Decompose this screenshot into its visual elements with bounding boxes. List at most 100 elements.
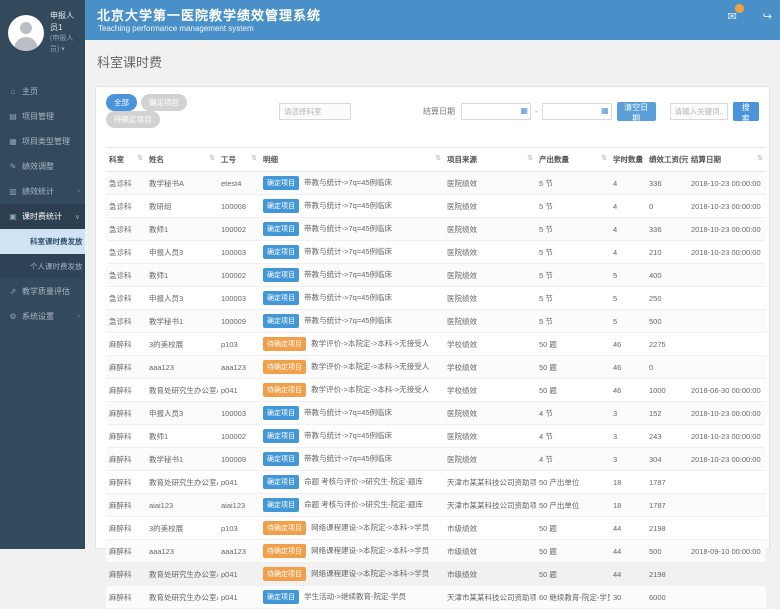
column-label: 科室 [109, 155, 124, 164]
status-filter-button[interactable]: 待确定项目 [106, 111, 160, 128]
sidebar-item[interactable]: ▦ 项目类型管理 [0, 129, 85, 154]
cell-employee-id: p041 [218, 471, 260, 494]
column-header[interactable]: ⇅ 产出数量 [536, 148, 610, 172]
table-row: 麻醉科 申报人员3 100003 确定项目 带教与统计->7q=45例临床 医院… [106, 402, 766, 425]
status-badge[interactable]: 确定项目 [263, 291, 299, 305]
column-header[interactable]: ⇅ 姓名 [146, 148, 218, 172]
table-row: 麻醉科 教师1 100002 确定项目 带教与统计->7q=45例临床 医院绩效… [106, 425, 766, 448]
column-header[interactable]: ⇅ 工号 [218, 148, 260, 172]
status-badge[interactable]: 确定项目 [263, 245, 299, 259]
status-badge[interactable]: 确定项目 [263, 176, 299, 190]
cell-source: 市级绩效 [444, 517, 536, 540]
status-badge[interactable]: 确定项目 [263, 498, 299, 512]
detail-text: 带教与统计->7q=45例临床 [304, 247, 392, 256]
status-badge[interactable]: 确定项目 [263, 199, 299, 213]
status-badge[interactable]: 待确定项目 [263, 567, 306, 581]
cell-output: 50 题 [536, 356, 610, 379]
status-badge[interactable]: 待确定项目 [263, 521, 306, 535]
filter-toolbar: 全部确定项目待确定项目 结算日期 ▦ - ▦ 清空日期 搜索 [106, 101, 759, 121]
status-badge[interactable]: 确定项目 [263, 268, 299, 282]
status-badge[interactable]: 确定项目 [263, 222, 299, 236]
cell-source: 医院绩效 [444, 425, 536, 448]
cell-department: 急诊科 [106, 195, 146, 218]
calendar-icon[interactable]: ▦ [601, 107, 609, 115]
status-badge[interactable]: 确定项目 [263, 475, 299, 489]
table-header-row: ⇅ 科室 ⇅ 姓名 ⇅ 工号 [106, 148, 766, 172]
sidebar-item[interactable]: ✎ 绩效调整 [0, 154, 85, 179]
column-header[interactable]: ⇅ 学时数量 [610, 148, 646, 172]
cell-hours: 3 [610, 425, 646, 448]
cell-department: 麻醉科 [106, 448, 146, 471]
sidebar-item[interactable]: ▣ 课时费统计 ∨ [0, 204, 85, 229]
table-row: 麻醉科 教育处研究生办公室A p041 确定项目 命题 考核与评价->研究生-院… [106, 471, 766, 494]
message-icon[interactable]: ✉ [728, 10, 737, 23]
status-badge[interactable]: 确定项目 [263, 314, 299, 328]
column-header[interactable]: ⇅ 项目来源 [444, 148, 536, 172]
status-filter-button[interactable]: 确定项目 [141, 94, 187, 111]
logout-icon[interactable]: ↪ [763, 10, 772, 23]
status-badge[interactable]: 待确定项目 [263, 544, 306, 558]
cell-date: 2018-06-30 00:00:00 [688, 379, 766, 402]
column-label: 结算日期 [691, 155, 721, 164]
cell-hours: 46 [610, 356, 646, 379]
calendar-icon[interactable]: ▦ [520, 107, 528, 115]
status-badge[interactable]: 确定项目 [263, 590, 299, 604]
table-row: 急诊科 教学秘书A etest4 确定项目 带教与统计->7q=45例临床 医院… [106, 172, 766, 195]
column-label: 绩效工资(元) [649, 155, 688, 164]
sidebar-item-label: 项目类型管理 [22, 136, 70, 147]
cell-employee-id: aaa123 [218, 356, 260, 379]
sidebar-item[interactable]: 个人课时费发放 [0, 254, 85, 279]
cell-output: 50 题 [536, 540, 610, 563]
sidebar-item[interactable]: ⌂ 主页 [0, 79, 85, 104]
cell-date [688, 471, 766, 494]
user-panel[interactable]: 申报人员1 (申报人员) ▾ [0, 0, 85, 65]
date-separator: - [535, 107, 538, 116]
cell-employee-id: 100008 [218, 195, 260, 218]
column-header[interactable]: ⇅ 明细 [260, 148, 444, 172]
status-badge[interactable]: 确定项目 [263, 429, 299, 443]
sidebar-item-label: 绩效统计 [22, 186, 54, 197]
cell-output: 50 产出单位 [536, 471, 610, 494]
user-role[interactable]: (申报人员) ▾ [50, 34, 81, 55]
department-select[interactable] [279, 103, 351, 120]
sidebar-item-label: 系统设置 [22, 311, 54, 322]
cell-date [688, 494, 766, 517]
sidebar-item[interactable]: ⚙ 系统设置 › [0, 304, 85, 329]
status-badge[interactable]: 待确定项目 [263, 337, 306, 351]
detail-text: 网络课程建设->本院定->本科->学员 [311, 569, 429, 578]
sidebar-item[interactable]: ▤ 项目管理 [0, 104, 85, 129]
cell-employee-id: 100002 [218, 218, 260, 241]
column-header[interactable]: ⇅ 科室 [106, 148, 146, 172]
cell-hours: 5 [610, 310, 646, 333]
status-badge[interactable]: 确定项目 [263, 452, 299, 466]
sidebar-item[interactable]: ⇗ 教学质量评估 [0, 279, 85, 304]
detail-text: 网络课程建设->本院定->本科->学员 [311, 523, 429, 532]
sidebar-item[interactable]: ▥ 绩效统计 › [0, 179, 85, 204]
status-filter-button[interactable]: 全部 [106, 94, 137, 111]
user-name: 申报人员1 [50, 10, 81, 34]
keyword-input[interactable] [670, 103, 728, 120]
detail-text: 带教与统计->7q=45例临床 [304, 454, 392, 463]
cell-name: aaa123 [146, 356, 218, 379]
cell-department: 急诊科 [106, 172, 146, 195]
cell-name: 教师1 [146, 218, 218, 241]
cell-source: 医院绩效 [444, 310, 536, 333]
cell-pay: 250 [646, 287, 688, 310]
cell-output: 5 节 [536, 287, 610, 310]
cell-hours: 18 [610, 494, 646, 517]
clear-dates-button[interactable]: 清空日期 [617, 102, 656, 121]
status-badge[interactable]: 待确定项目 [263, 360, 306, 374]
cell-output: 5 节 [536, 218, 610, 241]
search-button[interactable]: 搜索 [733, 102, 759, 121]
status-badge[interactable]: 确定项目 [263, 406, 299, 420]
sidebar-item-label: 主页 [22, 86, 38, 97]
cell-detail: 待确定项目 教学评价->本院定->本科->无接受人 [260, 356, 444, 379]
column-header[interactable]: ⇅ 绩效工资(元) [646, 148, 688, 172]
page-title: 科室课时费 [97, 52, 780, 71]
cell-output: 5 节 [536, 195, 610, 218]
status-badge[interactable]: 待确定项目 [263, 383, 306, 397]
top-header: 北京大学第一医院教学绩效管理系统 Teaching performance ma… [85, 0, 780, 40]
cell-detail: 确定项目 带教与统计->7q=45例临床 [260, 241, 444, 264]
column-header[interactable]: ⇅ 结算日期 [688, 148, 766, 172]
sidebar-item[interactable]: 科室课时费发放 [0, 229, 85, 254]
